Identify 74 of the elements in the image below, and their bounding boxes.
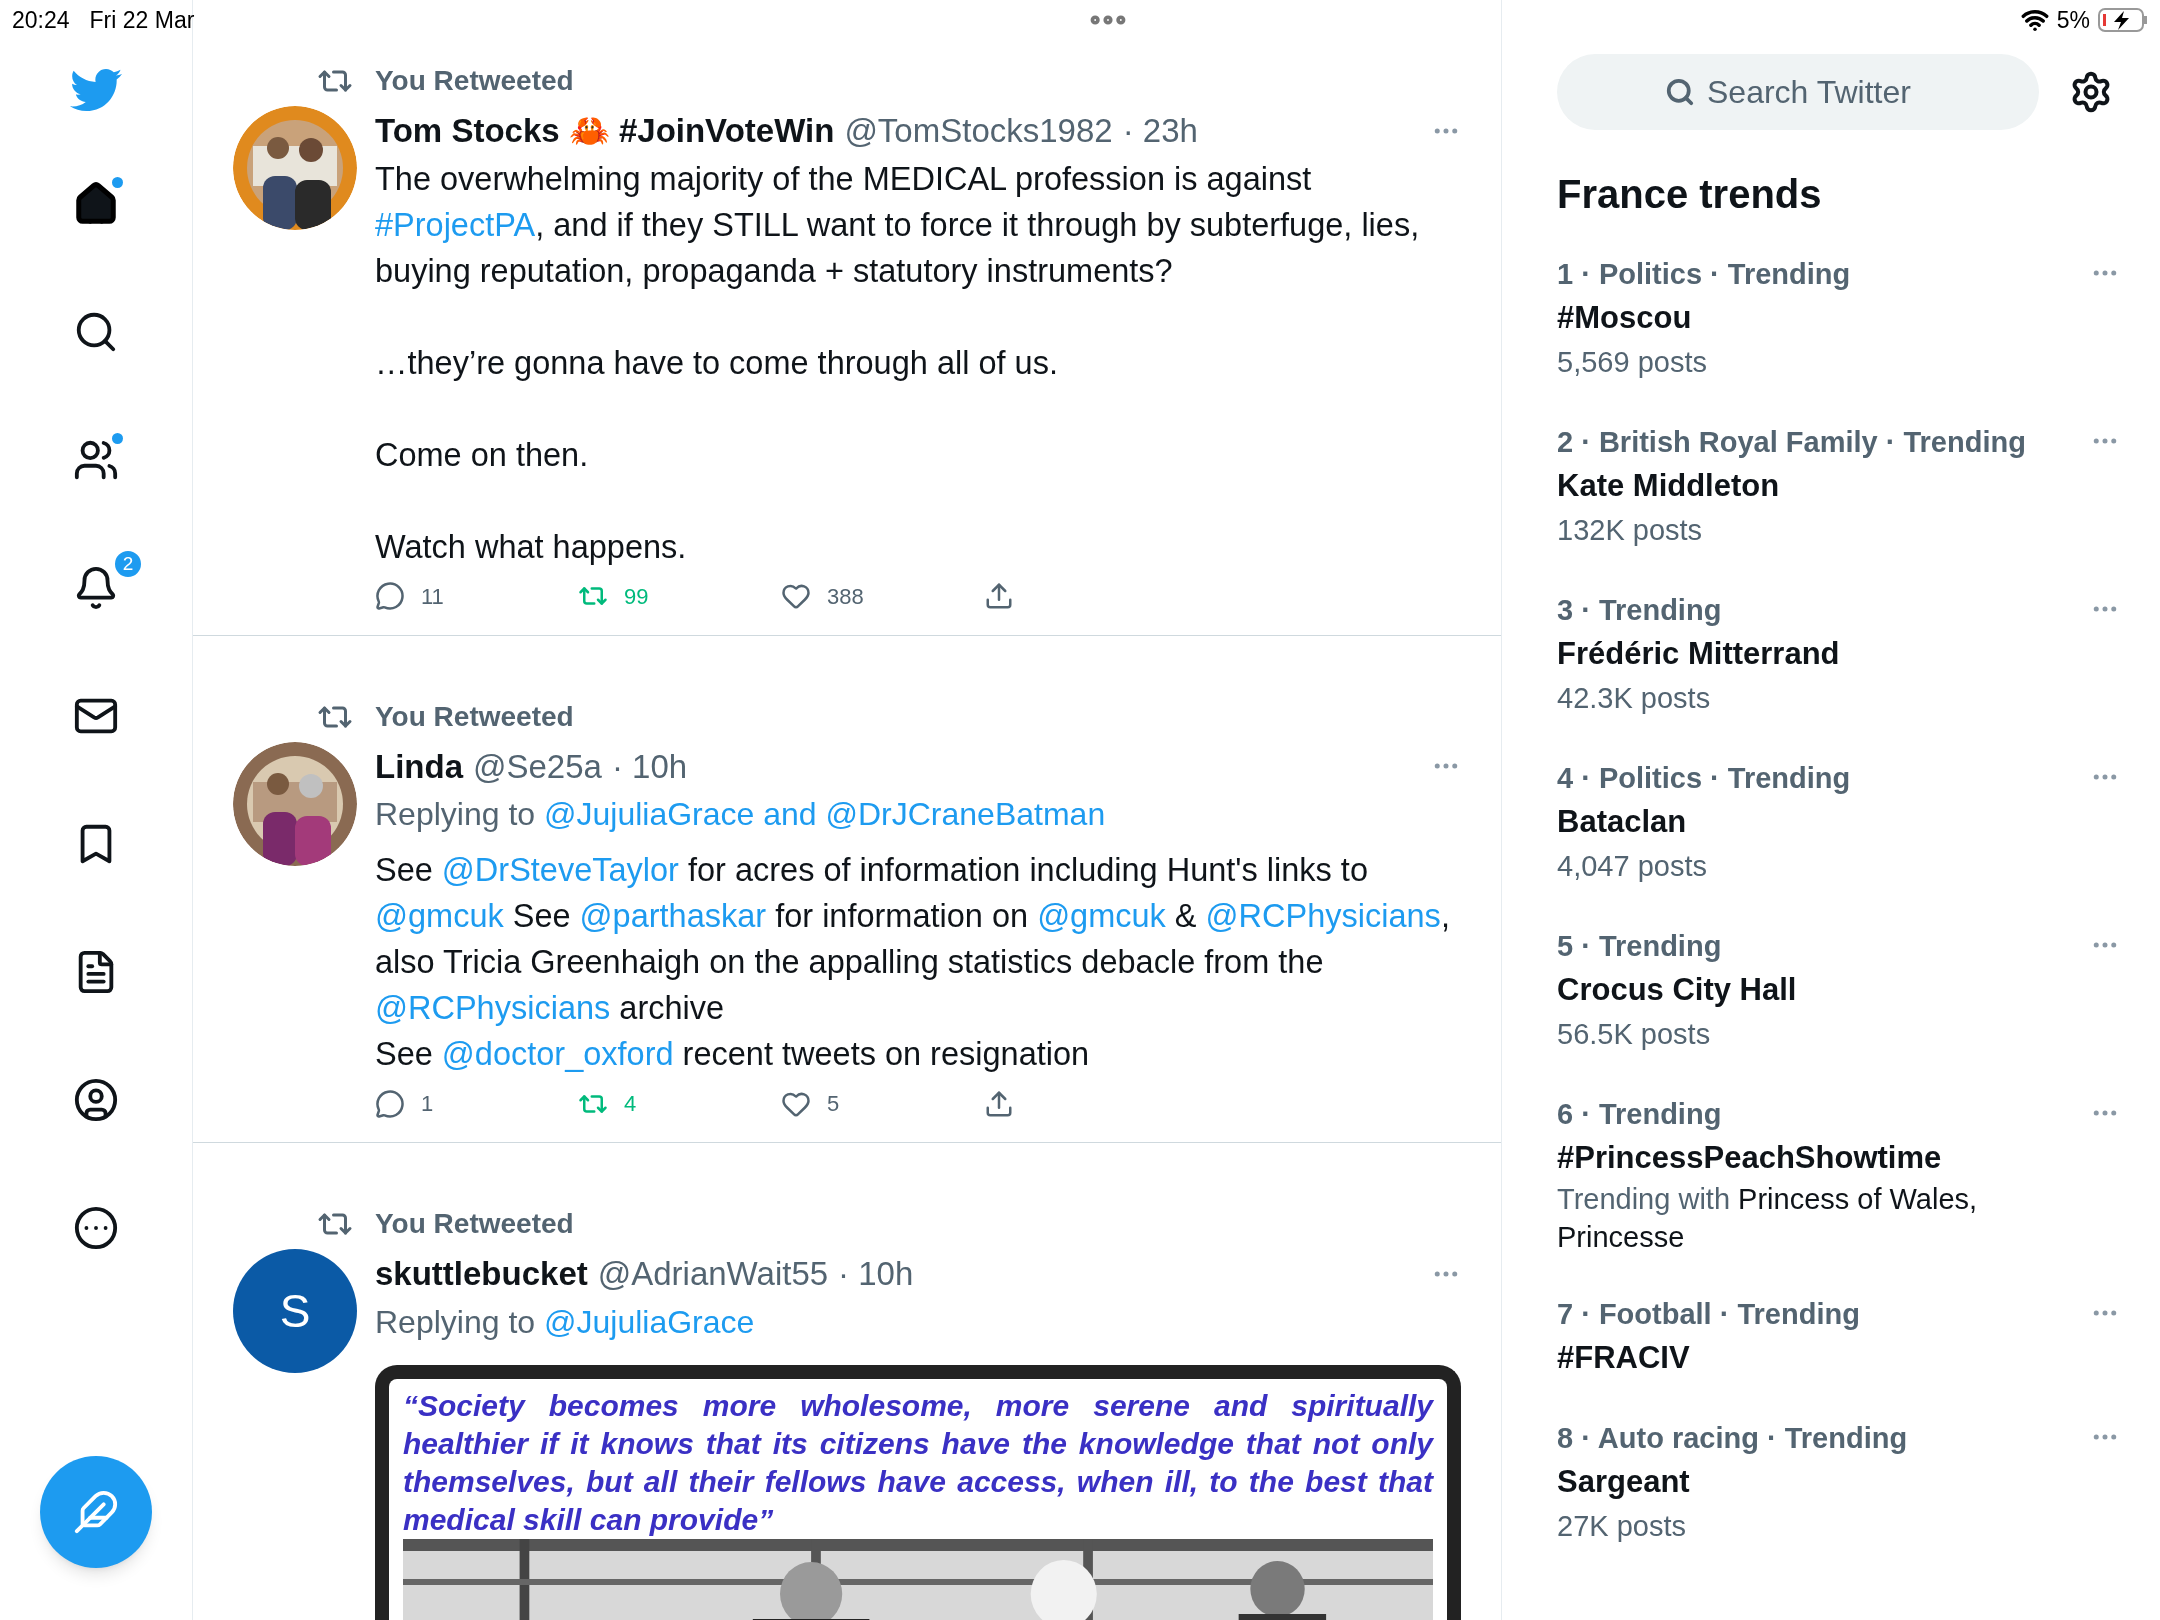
author-handle: @TomStocks1982 xyxy=(844,111,1113,151)
trend-meta: 5 · Trending xyxy=(1557,929,1723,964)
trend-posts: 132K posts xyxy=(1557,513,1704,548)
tweet-text: Watch what happens. xyxy=(375,527,688,567)
trend-topic: Crocus City Hall xyxy=(1557,971,1797,1009)
search-field[interactable]: Search Twitter xyxy=(1557,54,2039,130)
home-icon[interactable] xyxy=(73,181,119,227)
action-count: 388 xyxy=(827,582,864,611)
trend-posts: 27K posts xyxy=(1557,1509,1687,1544)
tweet-time: · 10h xyxy=(838,1254,914,1294)
author-name[interactable]: skuttlebucket xyxy=(375,1249,588,1299)
quote-text: “Society becomes more wholesome, more serene and spiritually healthier if it knows that its citizens have the knowledge that not only themselves, but all their fellows have access, when ill, to the best that medical skill can provide” xyxy=(402,1387,1435,1538)
avatar[interactable]: S xyxy=(233,1249,357,1373)
trend-meta: 3 · Trending xyxy=(1557,593,1723,628)
tweet-time: · 10h xyxy=(611,746,688,787)
trend-topic: Sargeant xyxy=(1557,1463,1691,1501)
status-time: 20:24 xyxy=(12,5,70,35)
trend-topic: #Moscou xyxy=(1557,299,1693,337)
trend-topic: Bataclan xyxy=(1557,803,1688,841)
trend-topic: #PrincessPeachShowtime xyxy=(1557,1139,1943,1177)
action-count: 99 xyxy=(624,582,649,611)
retweet-context: You Retweeted xyxy=(375,64,574,98)
trend-posts: 4,047 posts xyxy=(1557,849,1708,884)
trend-meta: 7 · Football · Trending xyxy=(1557,1297,1860,1332)
trend-posts: 56.5K posts xyxy=(1557,1017,1712,1052)
feather-icon xyxy=(73,1489,119,1535)
action-count: 5 xyxy=(827,1090,840,1118)
trend-item[interactable]: 8 · Auto racing · Trending Sargeant 27K posts xyxy=(1557,1416,2120,1548)
reply-icon[interactable] xyxy=(375,581,405,611)
trend-topic: #FRACIV xyxy=(1557,1339,1691,1377)
trend-meta: 2 · British Royal Family · Trending xyxy=(1557,425,2026,460)
action-count: 4 xyxy=(624,1090,637,1118)
trend-item[interactable]: 1 · Politics · Trending #Moscou 5,569 posts xyxy=(1557,252,2120,384)
status-date: Fri 22 Mar xyxy=(89,5,195,35)
author-name[interactable]: Linda xyxy=(375,741,463,791)
trend-meta: 8 · Auto racing · Trending xyxy=(1557,1421,1908,1456)
author-handle: @Se25a xyxy=(473,746,602,787)
trend-related: Trending with Princess of Wales, Princesse xyxy=(1557,1182,1979,1255)
profile-icon[interactable] xyxy=(73,1077,119,1123)
trend-posts: 42.3K posts xyxy=(1557,681,1712,716)
reply-icon[interactable] xyxy=(375,1088,405,1119)
author-name[interactable]: Tom Stocks 🦀 #JoinVoteWin xyxy=(375,106,835,156)
trend-topic: Frédéric Mitterrand xyxy=(1557,635,1840,673)
search-icon xyxy=(1665,77,1695,107)
trend-meta: 1 · Politics · Trending xyxy=(1557,257,1851,292)
trend-topic: Kate Middleton xyxy=(1557,467,1781,505)
tweet-text: Come on then. xyxy=(375,435,590,475)
tweet-text: …they’re gonna have to come through all of us. xyxy=(375,343,1059,383)
trend-item[interactable]: 6 · Trending #PrincessPeachShowtime Trending with Princess of Wales, Princesse xyxy=(1557,1092,2120,1256)
trend-item[interactable]: 4 · Politics · Trending Bataclan 4,047 posts xyxy=(1557,756,2120,888)
replying-to: Replying to @JujuliaGrace and @DrJCraneBatman xyxy=(375,795,1107,834)
retweet-context: You Retweeted xyxy=(375,1207,574,1241)
action-count: 11 xyxy=(421,582,444,611)
battery-icon xyxy=(2098,8,2148,32)
trend-item[interactable]: 3 · Trending Frédéric Mitterrand 42.3K posts xyxy=(1557,588,2120,720)
trend-item[interactable]: 7 · Football · Trending #FRACIV xyxy=(1557,1292,2120,1380)
trend-meta: 6 · Trending xyxy=(1557,1097,1723,1132)
tweet-text: The overwhelming majority of the MEDICAL profession is against #ProjectPA, and if they STILL want to force it through by subterfuge, lies, buying reputation, propaganda + statutory instruments? xyxy=(375,159,1421,291)
trend-item[interactable]: 5 · Trending Crocus City Hall 56.5K posts xyxy=(1557,924,2120,1056)
trend-posts: 5,569 posts xyxy=(1557,345,1708,380)
trends-title: France trends xyxy=(1557,171,1823,218)
replying-to: Replying to @JujuliaGrace xyxy=(375,1302,756,1342)
action-count: 1 xyxy=(421,1090,434,1118)
tweet-time: · 23h xyxy=(1122,111,1198,151)
tweet-text: See @DrSteveTaylor for acres of information including Hunt's links to @gmcuk See @parthaskar for information on @gmcuk & @RCPhysicians, also Tricia Greenhaigh on the appalling statistics debacle from the @RCPhysicians archive See @doctor_oxford recent tweets on resignation xyxy=(375,851,1451,1074)
notification-badge: 2 xyxy=(113,549,143,579)
trend-meta: 4 · Politics · Trending xyxy=(1557,761,1851,796)
trend-item[interactable]: 2 · British Royal Family · Trending Kate Middleton 132K posts xyxy=(1557,420,2120,552)
media-card[interactable] xyxy=(375,1364,1461,1620)
author-handle: @AdrianWait55 xyxy=(597,1254,829,1294)
more-icon[interactable] xyxy=(73,1205,119,1251)
battery-percent: 5% xyxy=(2056,5,2090,35)
retweet-context: You Retweeted xyxy=(375,699,574,734)
share-icon[interactable] xyxy=(984,581,1014,611)
